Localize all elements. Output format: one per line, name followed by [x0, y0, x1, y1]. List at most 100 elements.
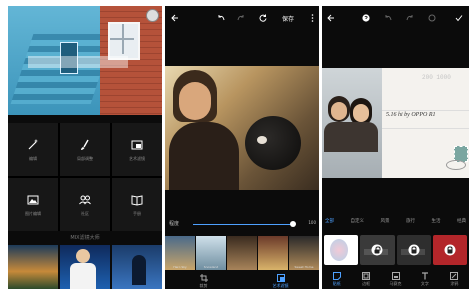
magic-wand-icon	[28, 139, 39, 150]
photo-canvas[interactable]: 200 1000 5.16 hi by OPPO R1	[322, 68, 469, 178]
sticker-categories: 全部 自定义 风景 旅行 生活 经典	[322, 218, 469, 230]
category-tab[interactable]: 旅行	[406, 218, 415, 230]
sticker-item[interactable]	[324, 235, 359, 265]
tool-tile-picture-edit[interactable]: 图片编辑	[8, 178, 58, 231]
filter-thumb[interactable]	[258, 236, 288, 270]
shoulder-graphic	[169, 122, 239, 190]
tool-label: 图片编辑	[25, 211, 41, 216]
filter-thumb[interactable]	[227, 236, 257, 270]
art-filter-icon	[131, 140, 143, 150]
photo-thumbnail[interactable]	[112, 245, 162, 289]
text-icon	[421, 272, 428, 280]
stamp-text: 200 1000	[422, 74, 451, 81]
redo-icon[interactable]	[406, 14, 414, 22]
sticker-item-locked[interactable]	[396, 235, 431, 265]
doodle-icon	[450, 272, 459, 280]
face-graphic	[179, 82, 211, 120]
back-arrow-icon[interactable]	[327, 14, 335, 22]
face-graphic	[331, 102, 347, 120]
tool-label: 局部调整	[77, 156, 93, 161]
frame-icon	[362, 272, 371, 280]
top-toolbar: 保存	[165, 6, 319, 32]
nav-frame[interactable]: 边框	[351, 272, 380, 289]
lock-icon	[408, 244, 420, 256]
tool-tile-art-filter[interactable]: 艺术滤镜	[112, 123, 162, 176]
letter-text: 5.16 hi by OPPO R1	[386, 112, 436, 118]
nav-art-filter[interactable]: 艺术滤镜	[242, 274, 319, 289]
bottom-nav: 贴纸 边框 马赛克 文字 涂鸦	[322, 272, 469, 289]
sticker-icon	[332, 272, 341, 280]
photo-thumbnail[interactable]	[8, 245, 58, 289]
photo-thumbnail[interactable]	[60, 245, 110, 289]
nav-crop[interactable]: 裁剪	[165, 274, 242, 289]
filter-thumb[interactable]: Snowland	[196, 236, 226, 270]
slider-value: 100	[308, 220, 316, 225]
undo-icon[interactable]	[217, 14, 225, 22]
dog-graphic	[245, 116, 301, 170]
back-arrow-icon[interactable]	[171, 14, 179, 22]
save-button[interactable]: 保存	[282, 14, 294, 23]
slider-handle[interactable]	[290, 221, 296, 227]
banner-strip	[28, 56, 128, 68]
photo-canvas[interactable]	[165, 66, 319, 190]
category-tab[interactable]: 经典	[457, 218, 466, 230]
window-graphic	[108, 22, 140, 60]
sticker-list	[322, 235, 469, 265]
sticker-item-locked[interactable]	[432, 235, 467, 265]
postmark-graphic	[446, 160, 466, 170]
nav-label: 文字	[420, 281, 429, 286]
brush-icon	[81, 139, 89, 150]
category-tab[interactable]: 风景	[381, 218, 390, 230]
tool-label: 社区	[81, 211, 89, 216]
filter-icon	[276, 274, 285, 282]
lock-icon	[371, 244, 383, 256]
crop-icon	[199, 274, 208, 282]
nav-sticker[interactable]: 贴纸	[322, 272, 351, 289]
tool-tile-manual[interactable]: 手册	[112, 178, 162, 231]
nav-mosaic[interactable]: 马赛克	[381, 272, 410, 289]
intensity-slider[interactable]: 程度 100	[165, 218, 319, 230]
hero-banner[interactable]	[8, 6, 162, 115]
category-tab[interactable]: 全部	[325, 218, 334, 230]
confirm-check-icon[interactable]	[455, 14, 463, 22]
nav-label: 涂鸦	[450, 281, 459, 286]
nav-doodle[interactable]: 涂鸦	[440, 272, 469, 289]
slider-label: 程度	[169, 221, 180, 227]
top-toolbar	[322, 6, 469, 32]
nav-label: 艺术滤镜	[272, 283, 289, 288]
reset-icon[interactable]	[428, 14, 436, 22]
undo-icon[interactable]	[384, 14, 392, 22]
redo-icon[interactable]	[237, 14, 245, 22]
reset-icon[interactable]	[259, 14, 267, 22]
sticker-screen: 200 1000 5.16 hi by OPPO R1 全部 自定义 风景 旅行…	[322, 6, 469, 289]
face-graphic	[353, 104, 369, 122]
bottom-nav: 裁剪 艺术滤镜	[165, 274, 319, 289]
tool-label: 编辑	[29, 156, 37, 161]
people-icon	[79, 195, 91, 205]
picture-edit-icon	[27, 195, 39, 205]
tool-tile-local-adjust[interactable]: 局部调整	[60, 123, 110, 176]
book-icon	[131, 195, 143, 206]
photo-strip	[8, 245, 162, 289]
slider-fill	[193, 224, 293, 225]
brand-label: MIX滤镜大师	[70, 235, 100, 241]
lock-icon	[444, 244, 456, 256]
nav-label: 裁剪	[199, 283, 208, 288]
filter-thumbnails: Hero Sky Snowland Sweet Home	[165, 236, 319, 270]
tool-label: 艺术滤镜	[129, 156, 145, 161]
help-icon[interactable]	[362, 14, 370, 22]
tool-tile-edit[interactable]: 编辑	[8, 123, 58, 176]
more-menu-icon[interactable]	[311, 14, 314, 22]
tool-tile-community[interactable]: 社区	[60, 178, 110, 231]
nav-label: 马赛克	[389, 281, 402, 286]
tool-grid: 编辑 局部调整 艺术滤镜 图片编辑 社区 手册	[8, 123, 162, 231]
filter-thumb[interactable]: Hero Sky	[165, 236, 195, 270]
category-tab[interactable]: 生活	[432, 218, 441, 230]
filter-thumb[interactable]: Sweet Home	[289, 236, 319, 270]
avatar[interactable]	[146, 9, 159, 22]
category-tab[interactable]: 自定义	[351, 218, 365, 230]
sticker-item-locked[interactable]	[360, 235, 395, 265]
nav-label: 边框	[362, 281, 371, 286]
nav-text[interactable]: 文字	[410, 272, 439, 289]
nav-label: 贴纸	[332, 281, 341, 286]
